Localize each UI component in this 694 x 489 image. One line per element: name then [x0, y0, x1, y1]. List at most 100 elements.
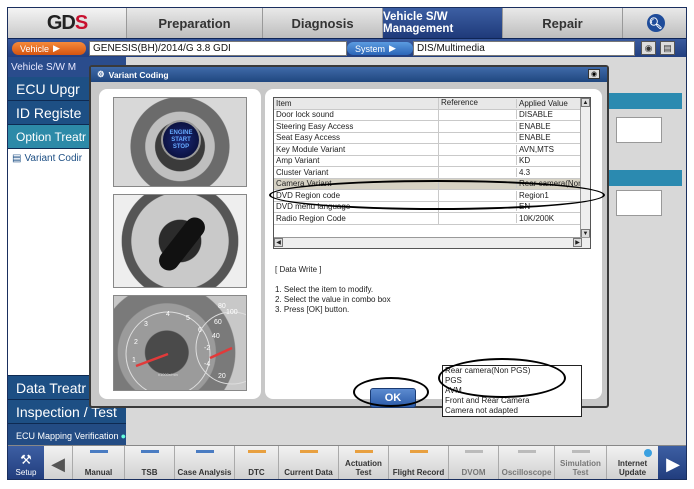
- ok-button[interactable]: OK: [370, 388, 416, 408]
- tool-case-analysis[interactable]: Case Analysis: [174, 446, 234, 479]
- table-row[interactable]: Seat Easy Access ENABLE: [274, 132, 590, 144]
- gauge-cluster-photo: 3 4 5 6 2 1 -2 -4 20 40 60 100 80 x1000r…: [113, 295, 247, 391]
- vehicle-bar: Vehicle ▶ GENESIS(BH)/2014/G 3.8 GDI Syst…: [8, 38, 686, 57]
- table-row[interactable]: DVD Region code Region1: [274, 190, 590, 202]
- prev-button[interactable]: ◀: [44, 446, 72, 479]
- tab-repair[interactable]: Repair: [502, 8, 622, 38]
- vertical-scrollbar[interactable]: ▲ ▼: [580, 98, 590, 238]
- notification-dot: [644, 449, 652, 457]
- sidebar-item-ecu-mapping[interactable]: ECU Mapping Verification ●: [8, 423, 126, 447]
- row-value: ENABLE: [516, 121, 590, 131]
- row-reference: [438, 167, 516, 178]
- row-value: Region1: [516, 190, 590, 200]
- tool-dtc[interactable]: DTC: [234, 446, 278, 479]
- column-header-reference: Reference: [438, 98, 516, 109]
- table-row[interactable]: DVD menu language EN: [274, 201, 590, 213]
- tools-icon: ⚒: [20, 451, 32, 467]
- gauge-unit: x1000r/min: [158, 372, 178, 377]
- print-icon[interactable]: ▤: [660, 41, 675, 55]
- tool-simulation-test[interactable]: Simulation Test: [554, 446, 606, 479]
- gauge-number: 60: [214, 319, 222, 326]
- ignition-key-photo: LOCK ACC ON START PUSH: [113, 194, 247, 288]
- table-row[interactable]: Key Module Variant AVN,MTS: [274, 144, 590, 156]
- table-row[interactable]: Radio Region Code 10K/200K: [274, 213, 590, 225]
- column-header-applied-value: Applied Value: [516, 98, 590, 108]
- row-item: Camera Variant: [276, 179, 332, 189]
- top-nav: GD S Preparation Diagnosis Vehicle S/W Ma…: [8, 8, 686, 38]
- instruction-step-2: 2. Select the value in combo box: [275, 295, 391, 304]
- data-write-label: [ Data Write ]: [275, 265, 322, 274]
- tool-current-data[interactable]: Current Data: [278, 446, 338, 479]
- horizontal-scrollbar[interactable]: ◀ ▶: [274, 237, 590, 248]
- app-window: GD S Preparation Diagnosis Vehicle S/W Ma…: [7, 7, 687, 480]
- dropdown-option[interactable]: PGS: [443, 376, 581, 386]
- close-icon[interactable]: ◉: [588, 69, 600, 79]
- tool-tsb[interactable]: TSB: [124, 446, 174, 479]
- dropdown-option[interactable]: Front and Rear Camera: [443, 396, 581, 406]
- tab-preparation[interactable]: Preparation: [126, 8, 262, 38]
- coding-table: Item Reference Applied Value Door lock s…: [273, 97, 591, 249]
- row-item: Amp Variant: [276, 156, 320, 166]
- gauge-number: 6: [198, 327, 202, 334]
- table-row-selected[interactable]: Camera Variant Rear camera(Non: [274, 178, 590, 190]
- row-item: Key Module Variant: [276, 144, 346, 154]
- gauge-number: 40: [212, 333, 220, 340]
- gauge-number: -4: [204, 361, 210, 368]
- scroll-right-icon[interactable]: ▶: [573, 238, 582, 247]
- variant-coding-dialog: ⚙Variant Coding ◉ ENGINE START STOP LOCK…: [89, 65, 609, 408]
- arrow-right-icon: ▶: [389, 43, 396, 53]
- row-reference: [438, 121, 516, 132]
- magnifier-icon: 🔍︎: [646, 14, 665, 32]
- arrow-right-icon: ▶: [666, 453, 680, 474]
- gauge-number: 1: [132, 357, 136, 364]
- scroll-left-icon[interactable]: ◀: [274, 238, 283, 247]
- start-button-photo: ENGINE START STOP: [113, 97, 247, 187]
- table-header-row: Item Reference Applied Value: [274, 98, 590, 110]
- dropdown-option[interactable]: Rear camera(Non PGS): [443, 366, 581, 376]
- tool-actuation-test[interactable]: Actuation Test: [338, 446, 388, 479]
- arrow-left-icon: ◀: [51, 453, 65, 474]
- row-value: KD: [516, 156, 590, 166]
- row-reference: [438, 109, 516, 120]
- table-row[interactable]: Cluster Variant 4.3: [274, 167, 590, 179]
- tool-flight-record[interactable]: Flight Record: [388, 446, 448, 479]
- help-button[interactable]: 🔍︎: [622, 8, 686, 38]
- setup-button[interactable]: ⚒ Setup: [8, 446, 44, 479]
- tab-diagnosis[interactable]: Diagnosis: [262, 8, 382, 38]
- vehicle-value: GENESIS(BH)/2014/G 3.8 GDI: [89, 41, 347, 56]
- row-reference: [438, 190, 516, 201]
- gear-icon: ⚙: [97, 69, 105, 79]
- table-row[interactable]: Door lock sound DISABLE: [274, 109, 590, 121]
- table-row[interactable]: Steering Easy Access ENABLE: [274, 121, 590, 133]
- row-value: AVN,MTS: [516, 144, 590, 154]
- row-reference: [438, 155, 516, 166]
- start-stop-button: ENGINE START STOP: [161, 120, 201, 160]
- row-reference: [438, 201, 516, 212]
- scroll-up-icon[interactable]: ▲: [581, 98, 590, 107]
- tool-oscilloscope[interactable]: Oscilloscope: [498, 446, 554, 479]
- dialog-title-bar: ⚙ Variant Coding: [91, 67, 607, 82]
- instruction-step-1: 1. Select the item to modify.: [275, 285, 374, 294]
- dropdown-option[interactable]: AVM: [443, 386, 581, 396]
- gauge-number: 2: [134, 339, 138, 346]
- coding-table-panel: Item Reference Applied Value Door lock s…: [265, 89, 602, 399]
- gauge-number: 20: [218, 373, 226, 380]
- row-reference: [438, 144, 516, 155]
- next-button[interactable]: ▶: [658, 446, 686, 479]
- row-item: DVD menu language: [276, 202, 351, 212]
- arrow-right-icon: ▶: [53, 43, 60, 53]
- instruction-step-3: 3. Press [OK] button.: [275, 305, 350, 314]
- row-item: Cluster Variant: [276, 167, 329, 177]
- table-row[interactable]: Amp Variant KD: [274, 155, 590, 167]
- dropdown-option[interactable]: Camera not adapted: [443, 406, 581, 416]
- tab-vehicle-sw-management[interactable]: Vehicle S/W Management: [382, 8, 502, 38]
- vehicle-button[interactable]: Vehicle ▶: [12, 42, 86, 55]
- row-item: Steering Easy Access: [276, 121, 354, 131]
- camera-icon[interactable]: ◉: [641, 41, 656, 55]
- tool-manual[interactable]: Manual: [72, 446, 124, 479]
- value-dropdown-list[interactable]: Rear camera(Non PGS) PGS AVM Front and R…: [442, 365, 582, 417]
- system-button[interactable]: System ▶: [347, 42, 413, 55]
- tool-internet-update[interactable]: Internet Update: [606, 446, 658, 479]
- panel-box: [616, 117, 662, 143]
- tool-dvom[interactable]: DVOM: [448, 446, 498, 479]
